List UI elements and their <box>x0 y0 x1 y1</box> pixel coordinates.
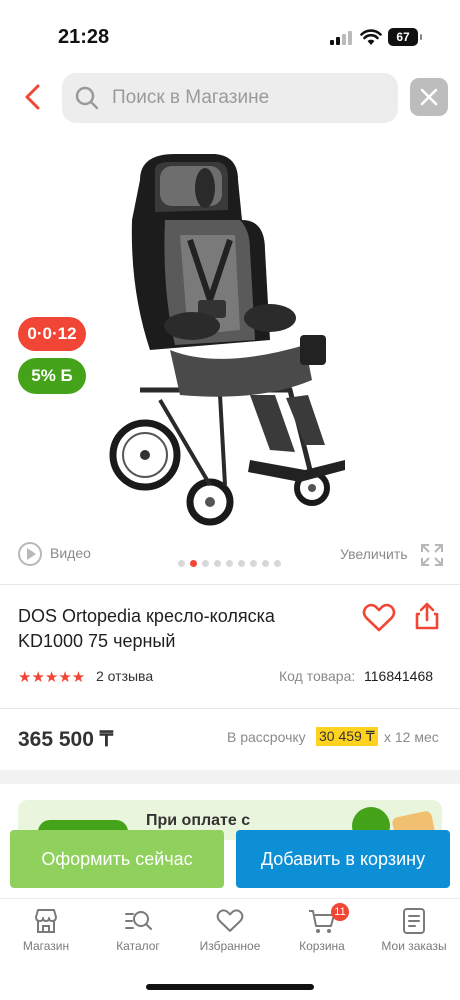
orders-icon <box>403 908 425 934</box>
home-indicator <box>146 984 314 990</box>
nav-label: Магазин <box>22 939 70 953</box>
share-icon[interactable] <box>413 601 441 631</box>
nav-label: Каталог <box>116 939 160 953</box>
zoom-label: Увеличить <box>340 546 408 562</box>
nav-item-orders[interactable]: Мои заказы <box>368 907 460 963</box>
installment-badge: 0·0·12 <box>18 317 86 351</box>
product-price: 365 500 ₸ <box>18 728 114 751</box>
heart-icon <box>216 909 244 932</box>
close-button[interactable] <box>410 78 448 116</box>
review-count-link[interactable]: 2 отзыва <box>96 668 153 684</box>
expand-icon <box>421 544 443 566</box>
nav-label: Корзина <box>299 939 345 953</box>
installment-period: x 12 мес <box>384 729 439 745</box>
nav-item-favorites[interactable]: Избранное <box>184 907 276 963</box>
installment-amount: 30 459 ₸ <box>316 727 378 746</box>
nav-item-catalog[interactable]: Каталог <box>92 907 184 963</box>
bonus-badge: 5% Б <box>18 358 86 394</box>
installment-label: В рассрочку <box>227 729 306 745</box>
nav-label: Мои заказы <box>381 939 447 953</box>
pagination-dot[interactable] <box>274 560 281 567</box>
heart-icon[interactable] <box>362 603 396 633</box>
battery-level: 67 <box>396 30 410 44</box>
status-bar: 21:28 67 <box>0 0 460 70</box>
store-icon <box>35 909 57 933</box>
play-icon <box>18 542 42 566</box>
product-image[interactable] <box>100 140 370 540</box>
video-label: Видео <box>50 545 91 561</box>
nav-item-cart[interactable]: 11 Корзина <box>276 903 368 963</box>
rating-stars: ★★★★★ <box>18 669 86 686</box>
add-to-cart-button[interactable]: Добавить в корзину <box>236 830 450 888</box>
promo-text: При оплате с <box>146 812 251 829</box>
catalog-search-icon <box>125 911 152 930</box>
cellular-signal-icon <box>330 31 352 45</box>
pagination-dot-active[interactable] <box>190 560 197 567</box>
divider <box>0 708 460 709</box>
chevron-left-icon <box>25 84 40 110</box>
sku-value: 116841468 <box>364 668 434 684</box>
nav-label: Избранное <box>199 939 261 953</box>
pagination-dot[interactable] <box>250 560 257 567</box>
zoom-button[interactable]: Увеличить <box>340 542 444 568</box>
pagination-dot[interactable] <box>178 560 185 567</box>
nav-item-store[interactable]: Магазин <box>0 907 92 963</box>
section-separator <box>0 770 460 784</box>
back-button[interactable] <box>18 80 50 114</box>
pagination-dot[interactable] <box>238 560 245 567</box>
status-time: 21:28 <box>58 26 110 48</box>
divider <box>0 584 460 585</box>
checkout-now-button[interactable]: Оформить сейчас <box>10 830 224 888</box>
sku-label: Код товара: <box>279 668 356 684</box>
cart-count-badge: 11 <box>331 903 349 921</box>
search-placeholder: Поиск в Магазине <box>112 87 270 108</box>
wifi-icon <box>360 29 382 45</box>
battery-icon: 67 <box>388 28 422 46</box>
pagination-dot[interactable] <box>202 560 209 567</box>
search-input[interactable]: Поиск в Магазине <box>62 73 398 123</box>
close-icon <box>420 88 438 106</box>
search-icon <box>75 86 99 110</box>
product-title: DOS Ortopedia кресло-коляска KD1000 75 ч… <box>18 606 275 651</box>
pagination-dot[interactable] <box>226 560 233 567</box>
pagination-dot[interactable] <box>262 560 269 567</box>
pagination-dot[interactable] <box>214 560 221 567</box>
